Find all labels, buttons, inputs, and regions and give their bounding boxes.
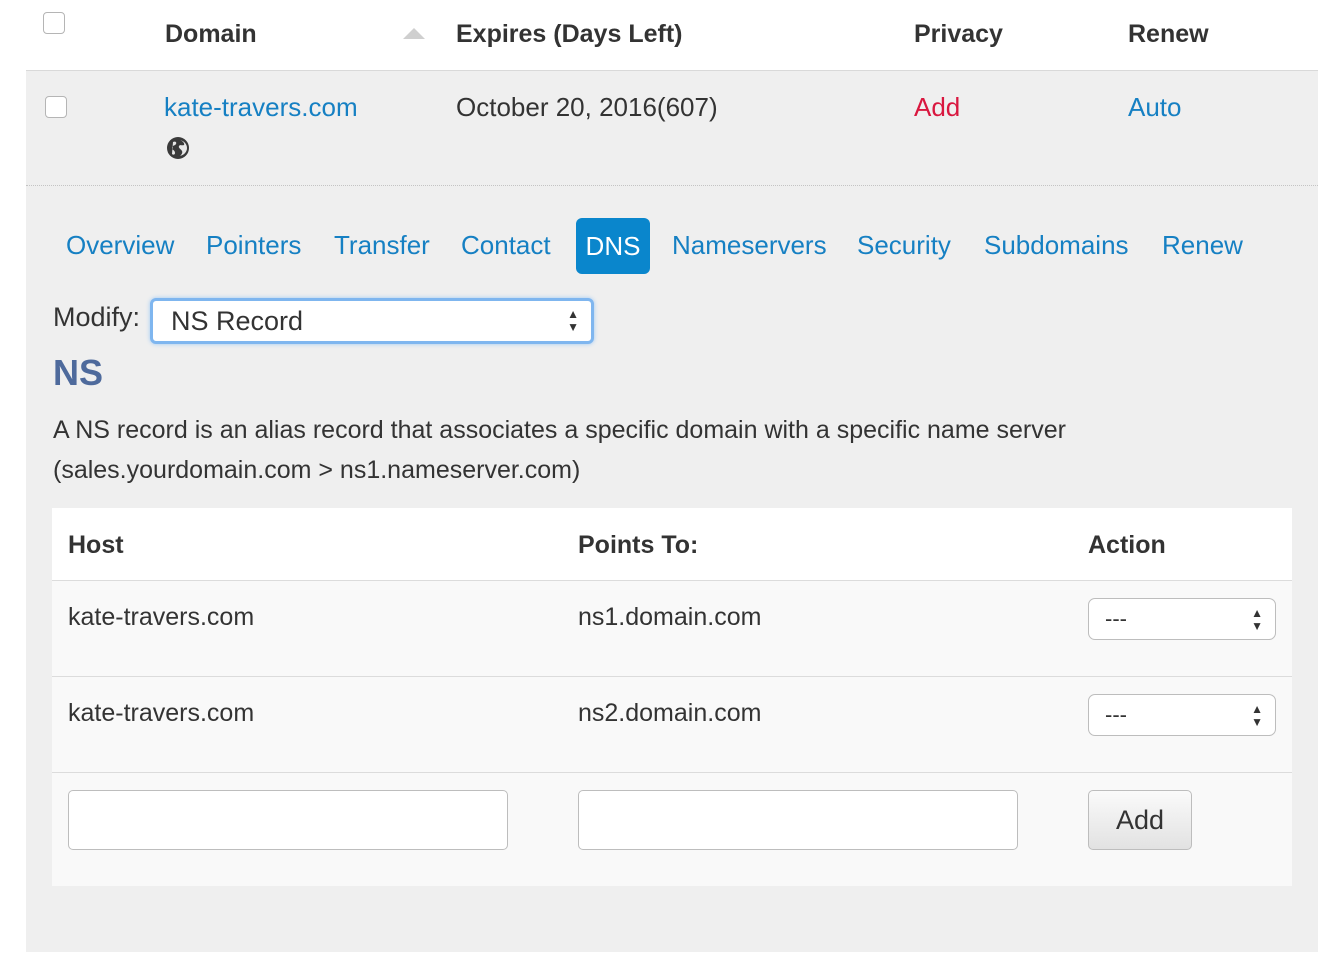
column-header-host: Host [68, 531, 124, 559]
sort-ascending-icon[interactable] [403, 28, 425, 39]
row-divider [52, 676, 1292, 677]
tab-subdomains[interactable]: Subdomains [984, 230, 1129, 261]
tab-pointers[interactable]: Pointers [206, 230, 301, 261]
column-header-expires[interactable]: Expires (Days Left) [456, 20, 682, 49]
tab-nameservers[interactable]: Nameservers [672, 230, 827, 261]
select-arrows-icon: ▲ ▼ [567, 307, 579, 334]
section-description: A NS record is an alias record that asso… [53, 416, 1066, 484]
privacy-add-link[interactable]: Add [914, 92, 960, 123]
record-action-value: --- [1105, 702, 1127, 727]
record-type-selected-value: NS Record [171, 306, 304, 336]
domain-row [26, 70, 1318, 186]
tab-renew[interactable]: Renew [1162, 230, 1243, 261]
domain-row-checkbox[interactable] [45, 96, 67, 118]
globe-icon [167, 137, 189, 159]
new-points-to-input[interactable] [578, 790, 1018, 850]
record-points-to: ns1.domain.com [578, 603, 762, 631]
domain-link[interactable]: kate-travers.com [164, 92, 358, 123]
row-divider [52, 772, 1292, 773]
record-host: kate-travers.com [68, 603, 255, 631]
record-points-to: ns2.domain.com [578, 699, 762, 727]
column-header-action: Action [1088, 531, 1166, 559]
record-host: kate-travers.com [68, 699, 255, 727]
record-action-select[interactable]: --- ▲ ▼ [1088, 694, 1276, 736]
renew-auto-link[interactable]: Auto [1128, 92, 1182, 123]
column-header-points-to: Points To: [578, 531, 699, 559]
column-header-privacy: Privacy [914, 20, 1003, 48]
column-header-domain[interactable]: Domain [165, 20, 257, 49]
select-arrows-icon: ▲ ▼ [1251, 702, 1263, 729]
column-header-renew: Renew [1128, 20, 1209, 48]
tab-dns[interactable]: DNS [576, 218, 650, 274]
section-heading: NS [53, 352, 104, 393]
select-all-checkbox[interactable] [43, 12, 65, 34]
tab-overview[interactable]: Overview [66, 230, 174, 261]
expiry-date: October 20, 2016(607) [456, 92, 718, 122]
record-action-select[interactable]: --- ▲ ▼ [1088, 598, 1276, 640]
tab-security[interactable]: Security [857, 230, 951, 261]
add-record-button[interactable]: Add [1088, 790, 1192, 850]
new-host-input[interactable] [68, 790, 508, 850]
record-type-select[interactable]: NS Record ▲ ▼ [150, 298, 594, 344]
record-action-value: --- [1105, 606, 1127, 631]
tab-contact[interactable]: Contact [461, 230, 551, 261]
modify-label: Modify: [53, 302, 141, 332]
tab-transfer[interactable]: Transfer [334, 230, 430, 261]
select-arrows-icon: ▲ ▼ [1251, 606, 1263, 633]
